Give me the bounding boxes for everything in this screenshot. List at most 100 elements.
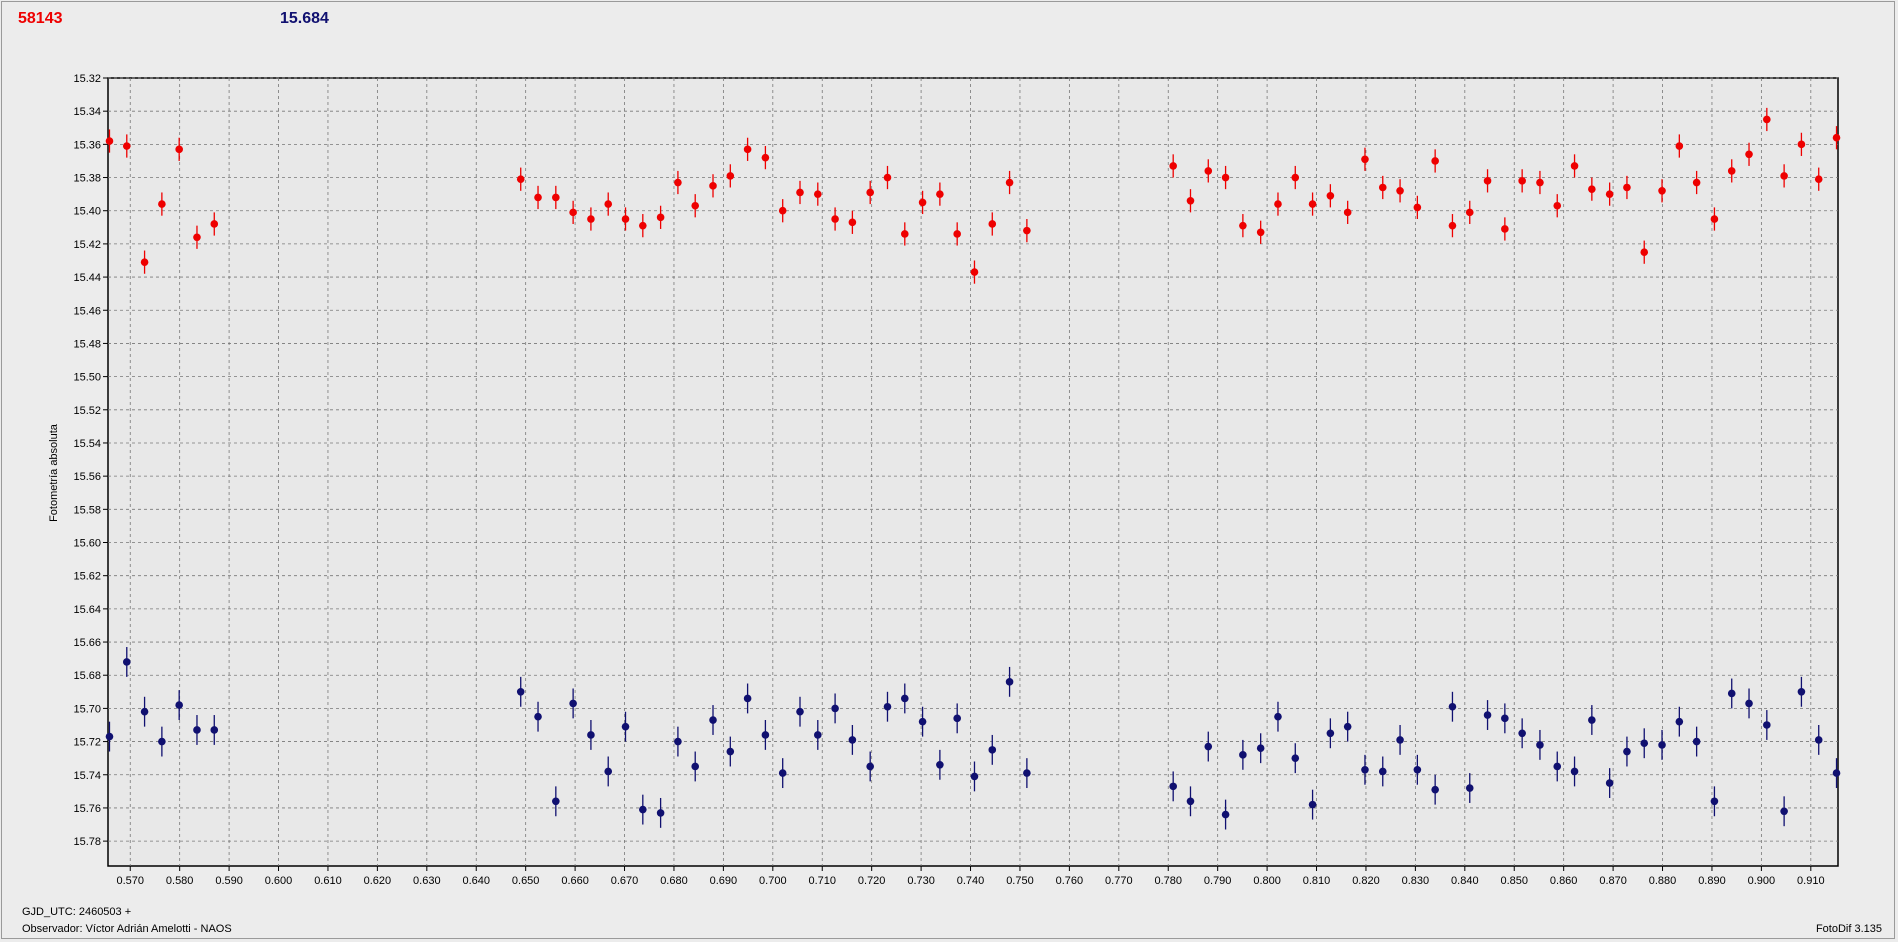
gjd-label: GJD_UTC: 2460503 +	[22, 906, 132, 918]
blue-data-point	[1658, 741, 1666, 749]
x-tick-label: 0.720	[858, 875, 886, 887]
blue-data-point	[1378, 767, 1387, 776]
red-data-point	[1797, 140, 1806, 149]
blue-data-point	[743, 694, 752, 703]
red-data-point	[1326, 191, 1335, 200]
y-tick-label: 15.48	[73, 338, 101, 350]
red-data-point	[1675, 142, 1684, 150]
blue-data-point	[1448, 702, 1457, 711]
y-tick-label: 15.32	[73, 73, 101, 85]
blue-data-point	[1221, 810, 1230, 819]
blue-data-point	[918, 717, 927, 726]
blue-data-point	[1239, 751, 1247, 759]
x-tick-label: 0.660	[561, 875, 589, 887]
x-tick-label: 0.650	[512, 875, 540, 887]
red-data-point	[1256, 228, 1265, 237]
x-tick-label: 0.620	[364, 875, 392, 887]
x-tick-label: 0.690	[710, 875, 738, 887]
blue-data-point	[1605, 779, 1614, 787]
y-tick-label: 15.50	[73, 372, 101, 384]
y-tick-label: 15.76	[73, 803, 101, 815]
blue-data-point	[1483, 711, 1492, 719]
blue-data-point	[1465, 784, 1474, 792]
blue-data-point	[534, 712, 542, 721]
red-data-point	[158, 200, 166, 208]
blue-data-point	[1623, 747, 1631, 756]
y-tick-label: 15.36	[73, 139, 101, 151]
red-data-point	[1396, 187, 1404, 195]
blue-data-point	[831, 704, 839, 713]
red-data-point	[848, 218, 857, 227]
red-data-point	[210, 220, 219, 228]
y-tick-label: 15.56	[73, 471, 101, 483]
blue-data-point	[1518, 729, 1526, 738]
red-data-point	[105, 137, 114, 145]
red-data-point	[866, 188, 874, 197]
blue-data-point	[569, 699, 577, 708]
blue-data-point	[988, 746, 997, 754]
y-tick-label: 15.38	[73, 173, 101, 185]
blue-data-point	[1710, 797, 1719, 806]
blue-data-point	[1169, 782, 1177, 791]
y-tick-label: 15.58	[73, 504, 101, 516]
blue-data-point	[866, 762, 874, 771]
red-data-point	[1413, 203, 1422, 212]
x-tick-label: 0.760	[1056, 875, 1084, 887]
y-tick-label: 15.54	[73, 438, 101, 450]
blue-data-point	[1501, 714, 1509, 723]
red-data-point	[140, 258, 149, 266]
red-data-point	[1186, 196, 1195, 205]
blue-data-point	[122, 658, 131, 666]
red-data-point	[1169, 162, 1177, 170]
y-tick-label: 15.64	[73, 604, 101, 616]
y-tick-label: 15.70	[73, 703, 101, 715]
blue-data-point	[813, 731, 822, 739]
red-data-point	[1378, 183, 1387, 192]
red-data-point	[1692, 178, 1701, 187]
blue-data-point	[900, 694, 909, 703]
red-data-point	[1431, 157, 1439, 165]
red-data-point	[831, 215, 839, 223]
x-tick-label: 0.790	[1204, 875, 1232, 887]
red-data-point	[552, 193, 560, 202]
red-data-point	[1361, 155, 1369, 164]
blue-data-point	[691, 762, 700, 771]
x-tick-label: 0.700	[759, 875, 787, 887]
blue-data-point	[158, 737, 166, 746]
x-tick-label: 0.580	[166, 875, 194, 887]
blue-data-point	[1023, 769, 1031, 777]
red-data-point	[1780, 172, 1788, 180]
blue-data-point	[674, 737, 682, 746]
blue-data-point	[1343, 722, 1352, 731]
blue-data-point	[656, 809, 665, 817]
x-tick-label: 0.830	[1402, 875, 1430, 887]
x-tick-label: 0.840	[1451, 875, 1479, 887]
red-data-point	[726, 172, 735, 180]
software-version: FotoDif 3.135	[1815, 923, 1882, 935]
x-tick-label: 0.860	[1550, 875, 1578, 887]
blue-data-point	[1727, 689, 1736, 698]
red-data-point	[569, 208, 577, 217]
blue-data-point	[1814, 736, 1823, 744]
x-tick-label: 0.780	[1154, 875, 1182, 887]
blue-data-point	[1640, 739, 1649, 748]
blue-data-point	[1832, 769, 1841, 777]
red-data-point	[778, 206, 787, 215]
x-axis-ticks: 0.570 0.580 0.590 0.600 0.610 0.620 0.630 0.640…	[116, 866, 1825, 887]
plot-area	[107, 77, 1839, 867]
blue-data-point	[1413, 765, 1422, 774]
red-data-point	[587, 215, 595, 223]
x-tick-label: 0.890	[1698, 875, 1726, 887]
red-data-point	[691, 201, 700, 210]
x-tick-label: 0.670	[611, 875, 639, 887]
blue-data-point	[778, 769, 787, 777]
blue-data-point	[1308, 800, 1317, 809]
observer-label: Observador: Víctor Adrián Amelotti - NAO…	[22, 923, 232, 935]
red-data-point	[175, 145, 183, 154]
x-tick-label: 0.590	[215, 875, 243, 887]
red-data-point	[1570, 162, 1579, 170]
red-data-point	[1023, 226, 1031, 235]
red-data-point	[1518, 177, 1526, 185]
blue-data-point	[587, 731, 595, 739]
light-curve-chart: 15.32 15.34 15.36 15.38 15.40 15.42 15.44 15.46…	[73, 73, 1841, 887]
